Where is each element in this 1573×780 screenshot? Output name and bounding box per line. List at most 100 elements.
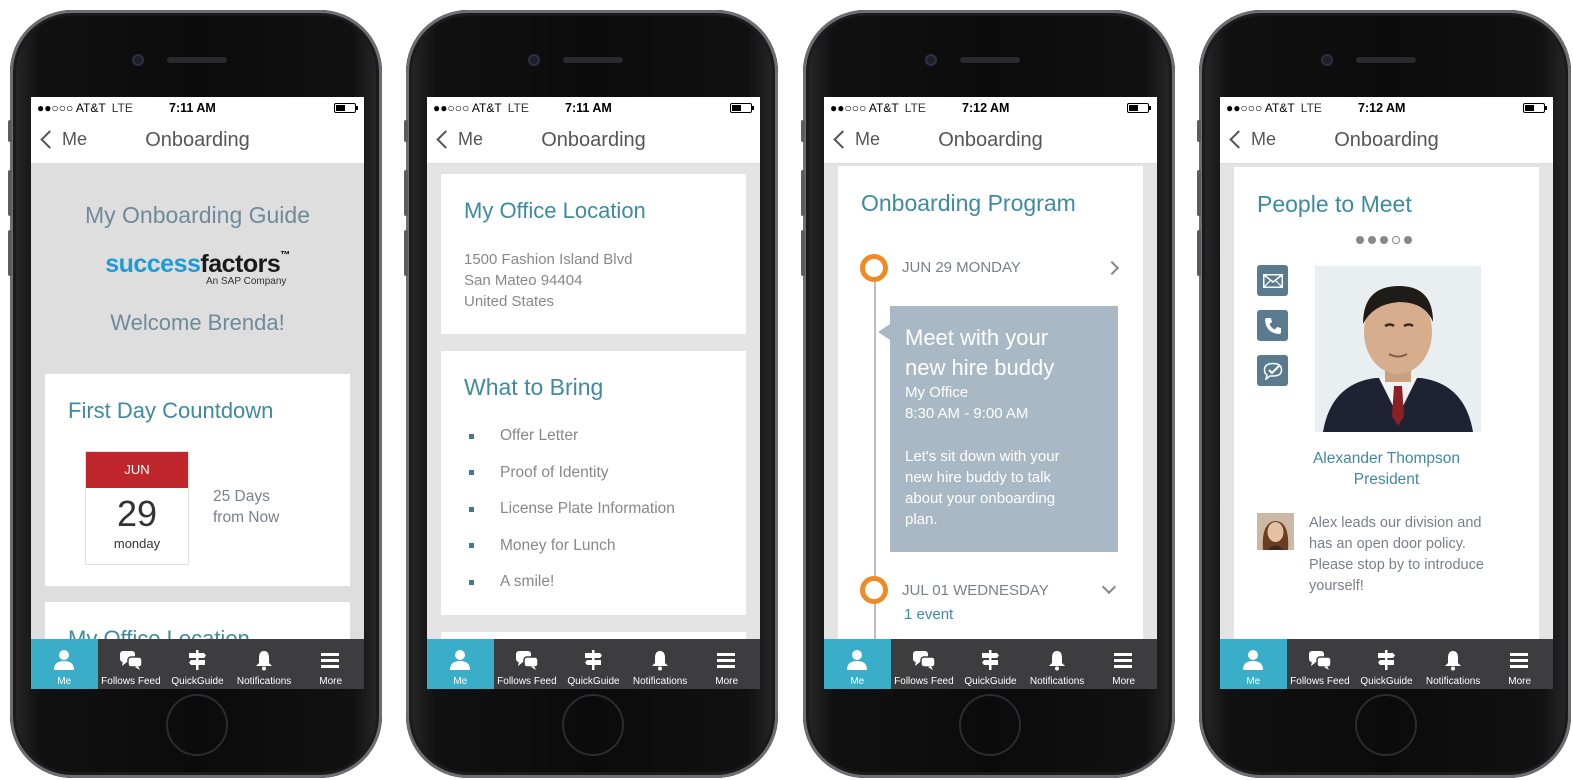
tab-label: More [1112, 676, 1136, 687]
tab-follows-feed[interactable]: Follows Feed [1287, 639, 1354, 689]
tab-follows-feed[interactable]: Follows Feed [891, 639, 958, 689]
home-button[interactable] [166, 694, 228, 756]
home-button[interactable] [562, 694, 624, 756]
tab-me[interactable]: Me [31, 639, 98, 689]
battery-icon [1523, 103, 1547, 113]
countdown-card[interactable]: First Day Countdown JUN 29 monday 25 Day… [45, 374, 350, 586]
chevron-down-icon[interactable] [1101, 579, 1117, 595]
bullet-icon [469, 470, 474, 476]
tab-me[interactable]: Me [824, 639, 891, 689]
page-dot[interactable] [1368, 236, 1376, 244]
page-title: Onboarding [541, 129, 646, 151]
person-icon [449, 647, 471, 673]
tab-follows-feed[interactable]: Follows Feed [98, 639, 165, 689]
bell-icon [1442, 647, 1464, 673]
event-card[interactable]: Meet with your new hire buddy My Office … [878, 306, 1118, 552]
tab-more[interactable]: More [297, 639, 364, 689]
tab-bar: Me Follows Feed QuickGuide Notifications… [824, 639, 1157, 689]
tab-bar: Me Follows Feed QuickGuide Notifications… [31, 639, 364, 689]
content-area[interactable]: People to Meet Alexander Thompson Presid… [1220, 164, 1553, 639]
page-indicator[interactable] [1356, 236, 1412, 244]
hamburger-icon [320, 647, 341, 673]
person-photo [1315, 266, 1481, 432]
content-area[interactable]: Onboarding Program JUN 29 MONDAY Meet wi… [824, 164, 1157, 639]
event-title-line: Meet with your [905, 325, 1049, 350]
bullet-icon [469, 579, 474, 585]
mute-switch [801, 120, 805, 142]
list-item-label: A smile! [500, 573, 555, 591]
what-to-bring-card[interactable]: What to Bring Offer Letter Proof of Iden… [441, 351, 746, 615]
tab-quickguide[interactable]: QuickGuide [164, 639, 231, 689]
volume-up-button [8, 170, 12, 216]
tab-more[interactable]: More [1486, 639, 1553, 689]
bullet-icon [469, 506, 474, 512]
tab-label: More [1508, 676, 1532, 687]
next-card[interactable] [441, 632, 746, 639]
tab-notifications[interactable]: Notifications [231, 639, 298, 689]
home-button[interactable] [1355, 694, 1417, 756]
tab-quickguide[interactable]: QuickGuide [957, 639, 1024, 689]
page-title: Onboarding [938, 129, 1043, 151]
office-location-card[interactable]: My Office Location [45, 602, 350, 639]
bell-icon [1046, 647, 1068, 673]
tab-me[interactable]: Me [1220, 639, 1287, 689]
people-card[interactable]: People to Meet Alexander Thompson Presid… [1234, 167, 1539, 639]
status-bar: ●●○○○ AT&T LTE 7:12 AM [824, 97, 1157, 119]
list-item: License Plate Information [441, 491, 746, 528]
tab-more[interactable]: More [1090, 639, 1157, 689]
person-icon [1242, 647, 1264, 673]
tab-label: QuickGuide [567, 676, 620, 687]
tab-notifications[interactable]: Notifications [1420, 639, 1487, 689]
office-card-title: My Office Location [68, 626, 250, 639]
signpost-icon [1375, 647, 1397, 673]
date-header-2: JUL 01 WEDNESDAY [902, 582, 1049, 599]
chevron-right-icon[interactable] [1104, 260, 1120, 276]
tab-more[interactable]: More [693, 639, 760, 689]
tab-quickguide[interactable]: QuickGuide [1353, 639, 1420, 689]
event-description: Let's sit down with your new hire buddy … [905, 446, 1060, 530]
page-dot[interactable] [1356, 236, 1364, 244]
page-title: Onboarding [145, 129, 250, 151]
bell-icon [253, 647, 275, 673]
program-card: Onboarding Program JUN 29 MONDAY Meet wi… [838, 166, 1143, 639]
email-icon[interactable] [1257, 265, 1288, 296]
chat-bubbles-icon [912, 647, 936, 673]
content-area[interactable]: My Office Location 1500 Fashion Island B… [427, 164, 760, 639]
screen-people-to-meet: ●●○○○ AT&T LTE 7:12 AM Me Onboarding Peo… [1220, 97, 1553, 689]
volume-down-button [1197, 230, 1201, 276]
logo-part-success: success [105, 250, 201, 278]
phone-icon[interactable] [1257, 310, 1288, 341]
timeline-dot [860, 254, 888, 282]
bring-list: Offer Letter Proof of Identity License P… [441, 418, 746, 601]
person-name: Alexander Thompson [1312, 450, 1461, 467]
home-button[interactable] [959, 694, 1021, 756]
tab-notifications[interactable]: Notifications [627, 639, 694, 689]
tab-quickguide[interactable]: QuickGuide [560, 639, 627, 689]
earpiece-speaker [563, 57, 623, 63]
list-item: Offer Letter [441, 418, 746, 455]
page-dot[interactable] [1404, 236, 1412, 244]
page-dot[interactable] [1380, 236, 1388, 244]
event-count: 1 event [904, 606, 954, 623]
tab-label: QuickGuide [1360, 676, 1413, 687]
logo-tm: ™ [280, 250, 290, 261]
volume-down-button [404, 230, 408, 276]
page-dot-active[interactable] [1392, 236, 1400, 244]
message-check-icon[interactable] [1257, 355, 1288, 386]
front-camera [1321, 54, 1333, 66]
nav-bar: Me Onboarding [824, 119, 1157, 164]
earpiece-speaker [960, 57, 1020, 63]
content-area[interactable]: My Onboarding Guide successfactors™ An S… [31, 164, 364, 639]
tab-label: Notifications [1029, 676, 1085, 687]
tab-me[interactable]: Me [427, 639, 494, 689]
carrier-label: ●●○○○ AT&T [1226, 101, 1295, 115]
tab-bar: Me Follows Feed QuickGuide Notifications… [1220, 639, 1553, 689]
office-location-card[interactable]: My Office Location 1500 Fashion Island B… [441, 174, 746, 334]
list-item: A smile! [441, 564, 746, 601]
mute-switch [8, 120, 12, 142]
tab-follows-feed[interactable]: Follows Feed [494, 639, 561, 689]
quote-line: Alex leads our division and [1309, 515, 1482, 531]
event-title-line: new hire buddy [905, 355, 1055, 380]
tab-notifications[interactable]: Notifications [1024, 639, 1091, 689]
list-item-label: Offer Letter [500, 427, 579, 445]
